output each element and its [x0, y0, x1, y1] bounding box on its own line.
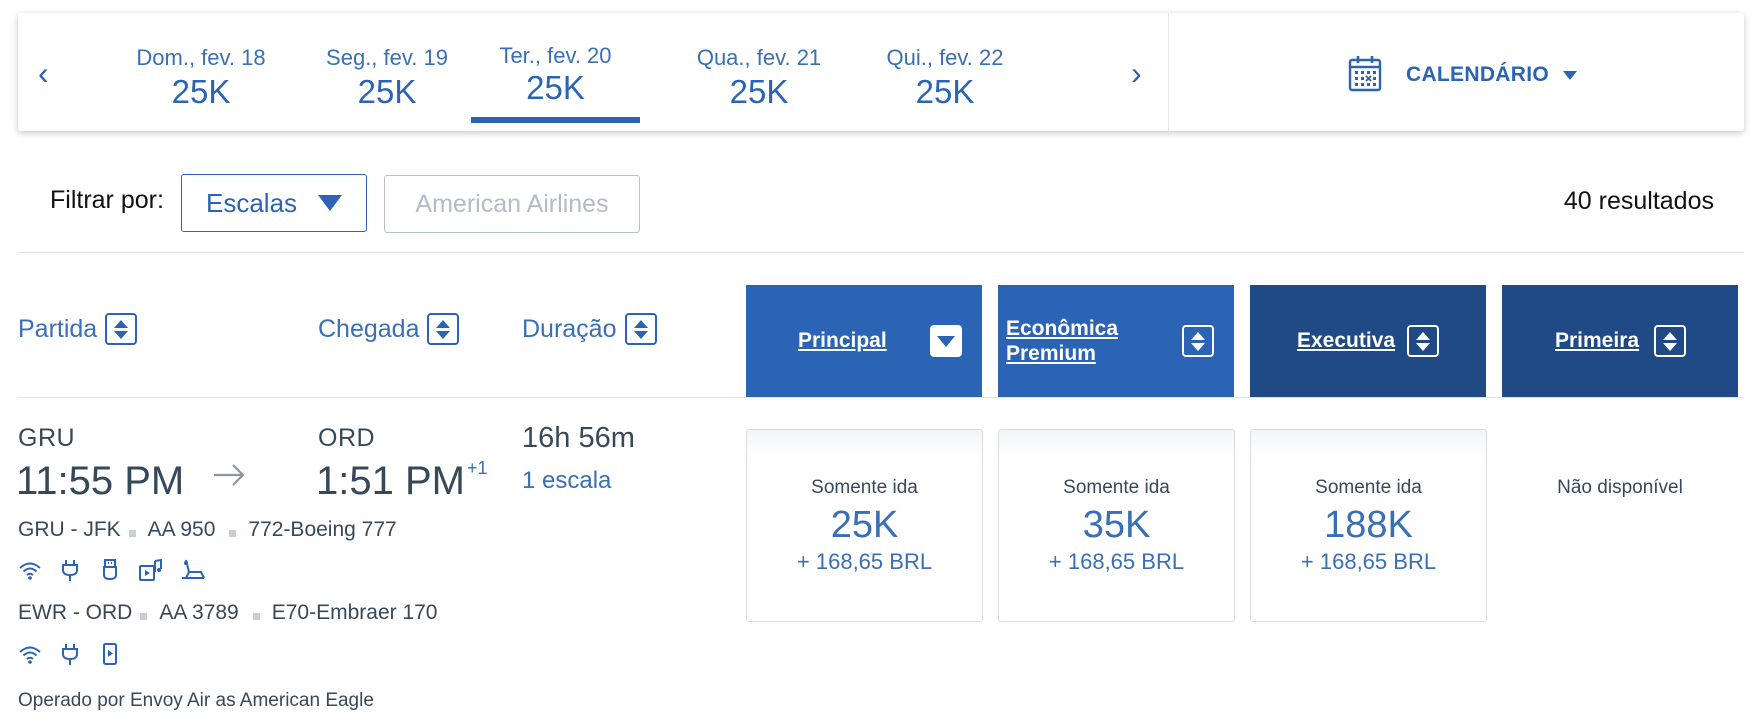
wifi-icon [18, 558, 42, 582]
arrival-time-value: 1:51 PM [316, 459, 465, 503]
flight-duration: 16h 56m [522, 422, 635, 454]
arrow-right-icon [212, 462, 246, 493]
cabin-label: Econômica Premium [1006, 316, 1118, 366]
origin-airport-code: GRU [18, 424, 76, 452]
amenities [18, 558, 206, 582]
airline-filter-label: American Airlines [415, 189, 609, 218]
dropdown-icon [930, 325, 962, 357]
segment-route: EWR - ORD [18, 601, 133, 624]
fare-miles: 188K [1324, 504, 1413, 546]
segment-info: EWR - ORD AA 3789 E70-Embraer 170 [18, 601, 438, 625]
date-option-thu-feb-22[interactable]: Qui., fev. 22 25K [850, 13, 1040, 131]
sort-duration-button[interactable]: Duração [522, 313, 657, 345]
segment-info: GRU - JFK AA 950 772-Boeing 777 [18, 518, 397, 542]
fare-type: Somente ida [1063, 477, 1170, 498]
segment-aircraft: E70-Embraer 170 [271, 601, 438, 624]
fare-miles: 25K [830, 504, 899, 546]
sort-icon [624, 313, 657, 345]
cabin-label: Primeira [1555, 329, 1640, 353]
power-outlet-icon [58, 558, 82, 582]
date-option-wed-feb-21[interactable]: Qua., fev. 21 25K [664, 13, 854, 131]
fare-option-principal[interactable]: Somente ida 25K + 168,65 BRL [746, 429, 983, 622]
usb-icon [98, 558, 122, 582]
chevron-down-icon [318, 195, 342, 211]
duration-column-label: Duração [522, 314, 617, 343]
fare-type: Somente ida [1315, 477, 1422, 498]
date-option-tue-feb-20[interactable]: Ter., fev. 20 25K [471, 13, 640, 131]
cabin-header-first[interactable]: Primeira [1502, 285, 1738, 397]
fare-tax: + 168,65 BRL [796, 549, 933, 574]
amenities [18, 642, 122, 666]
departure-time: 11:55 PM [16, 459, 185, 503]
device-entertainment-icon [98, 642, 122, 666]
cabin-label-line2: Premium [1006, 342, 1096, 365]
date-label: Qui., fev. 22 [886, 45, 1004, 70]
date-price: 25K [915, 73, 975, 110]
date-label: Ter., fev. 20 [499, 43, 612, 68]
cabin-header-principal[interactable]: Principal [746, 285, 982, 397]
divider [1168, 13, 1169, 131]
selected-date-indicator [471, 117, 640, 123]
departure-column-label: Partida [18, 314, 98, 343]
cabin-label: Executiva [1297, 329, 1396, 353]
fare-miles: 35K [1082, 504, 1151, 546]
sort-icon [1654, 325, 1686, 357]
cabin-header-premium-economy[interactable]: Econômica Premium [998, 285, 1234, 397]
previous-dates-button[interactable]: ‹ [38, 57, 49, 89]
date-price: 25K [357, 73, 417, 110]
stops-filter-value: Escalas [206, 187, 298, 218]
date-label: Dom., fev. 18 [136, 45, 266, 70]
filter-label: Filtrar por: [50, 186, 164, 214]
first-class-unavailable: Não disponível [1557, 477, 1683, 498]
fare-option-business[interactable]: Somente ida 188K + 168,65 BRL [1250, 429, 1487, 622]
fare-tax: + 168,65 BRL [1048, 549, 1185, 574]
sort-icon [1182, 325, 1214, 357]
next-dates-button[interactable]: › [1131, 57, 1142, 89]
divider [18, 397, 1744, 398]
stops-link[interactable]: 1 escala [522, 467, 611, 495]
calendar-label: CALENDÁRIO [1406, 63, 1549, 86]
cabin-label-line1: Econômica [1006, 316, 1119, 340]
entertainment-icon [138, 558, 164, 582]
fare-tax: + 168,65 BRL [1300, 549, 1437, 574]
segment-route: GRU - JFK [18, 518, 121, 541]
lie-flat-seat-icon [180, 558, 206, 582]
date-option-mon-feb-19[interactable]: Seg., fev. 19 25K [292, 13, 482, 131]
segment-flight-number: AA 3789 [159, 601, 239, 624]
arrival-time: 1:51 PM +1 [316, 457, 488, 504]
day-offset: +1 [466, 457, 488, 478]
sort-icon [1407, 325, 1439, 357]
calendar-icon [1348, 54, 1382, 97]
date-price: 25K [729, 73, 789, 110]
segment-aircraft: 772-Boeing 777 [248, 518, 397, 541]
chevron-down-icon [1563, 70, 1577, 80]
arrival-column-label: Chegada [318, 314, 420, 343]
cabin-header-business[interactable]: Executiva [1250, 285, 1486, 397]
calendar-button[interactable]: CALENDÁRIO [1348, 55, 1577, 95]
sort-arrival-button[interactable]: Chegada [318, 313, 460, 345]
results-count: 40 resultados [1563, 187, 1714, 215]
date-price: 25K [171, 73, 231, 110]
date-option-sun-feb-18[interactable]: Dom., fev. 18 25K [106, 13, 296, 131]
date-selector-bar: ‹ Dom., fev. 18 25K Seg., fev. 19 25K Te… [18, 13, 1744, 131]
destination-airport-code: ORD [318, 424, 376, 452]
airline-filter-button[interactable]: American Airlines [384, 175, 640, 233]
operated-by: Operado por Envoy Air as American Eagle [18, 690, 374, 711]
sort-icon [427, 313, 460, 345]
date-price: 25K [526, 69, 585, 106]
fare-type: Somente ida [811, 477, 918, 498]
segment-flight-number: AA 950 [147, 518, 216, 541]
fare-option-premium-economy[interactable]: Somente ida 35K + 168,65 BRL [998, 429, 1235, 622]
date-label: Qua., fev. 21 [696, 45, 822, 70]
wifi-icon [18, 642, 42, 666]
stops-filter-select[interactable]: Escalas [181, 174, 367, 232]
power-outlet-icon [58, 642, 82, 666]
sort-departure-button[interactable]: Partida [18, 313, 138, 345]
sort-icon [105, 313, 138, 345]
cabin-label: Principal [798, 329, 887, 353]
date-label: Seg., fev. 19 [326, 45, 448, 70]
divider [18, 252, 1744, 253]
